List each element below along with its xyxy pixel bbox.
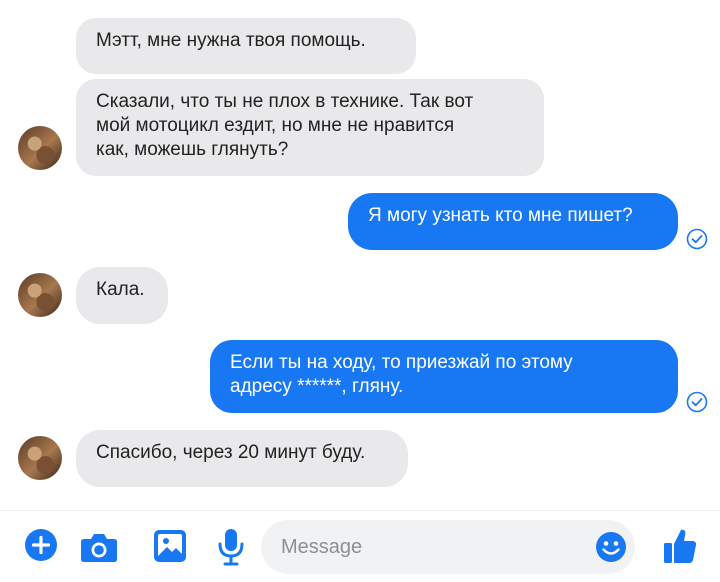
conversation: Мэтт, мне нужна твоя помощь. Сказали, чт… bbox=[0, 0, 720, 510]
contact-avatar[interactable] bbox=[18, 126, 62, 170]
plus-icon[interactable] bbox=[24, 528, 58, 562]
incoming-message: Спасибо, через 20 минут буду. bbox=[76, 430, 408, 487]
incoming-message: Кала. bbox=[76, 267, 168, 324]
read-receipt-icon bbox=[686, 391, 708, 413]
microphone-icon[interactable] bbox=[216, 527, 246, 567]
outgoing-message: Если ты на ходу, то приезжай по этому ад… bbox=[210, 340, 678, 413]
outgoing-message: Я могу узнать кто мне пишет? bbox=[348, 193, 678, 250]
contact-avatar[interactable] bbox=[18, 273, 62, 317]
camera-icon[interactable] bbox=[80, 531, 118, 563]
incoming-message: Сказали, что ты не плох в технике. Так в… bbox=[76, 79, 544, 176]
message-composer bbox=[0, 510, 720, 582]
message-input[interactable] bbox=[261, 520, 635, 574]
read-receipt-icon bbox=[686, 228, 708, 250]
thumbs-up-icon[interactable] bbox=[663, 527, 697, 565]
contact-avatar[interactable] bbox=[18, 436, 62, 480]
image-icon[interactable] bbox=[153, 529, 187, 563]
emoji-icon[interactable] bbox=[595, 531, 627, 563]
incoming-message: Мэтт, мне нужна твоя помощь. bbox=[76, 18, 416, 74]
